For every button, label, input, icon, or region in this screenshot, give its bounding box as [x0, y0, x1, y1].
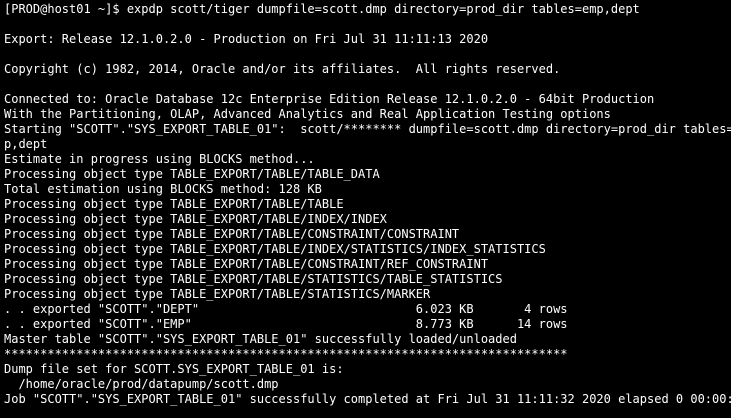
- terminal-line: Processing object type TABLE_EXPORT/TABL…: [4, 242, 546, 256]
- terminal-line: Starting "SCOTT"."SYS_EXPORT_TABLE_01": …: [4, 122, 731, 136]
- terminal-line: Processing object type TABLE_EXPORT/TABL…: [4, 197, 344, 211]
- terminal-window[interactable]: [PROD@host01 ~]$ expdp scott/tiger dumpf…: [0, 0, 731, 418]
- terminal-line: Dump file set for SCOTT.SYS_EXPORT_TABLE…: [4, 362, 344, 376]
- terminal-line: Master table "SCOTT"."SYS_EXPORT_TABLE_0…: [4, 332, 517, 346]
- terminal-line: p,dept: [4, 137, 48, 151]
- terminal-line: Processing object type TABLE_EXPORT/TABL…: [4, 272, 503, 286]
- terminal-line: Processing object type TABLE_EXPORT/TABL…: [4, 227, 460, 241]
- terminal-line: Job "SCOTT"."SYS_EXPORT_TABLE_01" succes…: [4, 392, 731, 406]
- command-prompt-line: [PROD@host01 ~]$ expdp scott/tiger dumpf…: [4, 2, 640, 16]
- terminal-line: Total estimation using BLOCKS method: 12…: [4, 182, 322, 196]
- terminal-line: With the Partitioning, OLAP, Advanced An…: [4, 107, 611, 121]
- terminal-line: . . exported "SCOTT"."EMP" 8.773 KB 14 r…: [4, 317, 568, 331]
- terminal-line: Copyright (c) 1982, 2014, Oracle and/or …: [4, 62, 561, 76]
- terminal-output: [PROD@host01 ~]$ expdp scott/tiger dumpf…: [4, 2, 731, 407]
- terminal-line: Processing object type TABLE_EXPORT/TABL…: [4, 287, 431, 301]
- terminal-line: /home/oracle/prod/datapump/scott.dmp: [4, 377, 279, 391]
- terminal-line: Export: Release 12.1.0.2.0 - Production …: [4, 32, 489, 46]
- terminal-line: Estimate in progress using BLOCKS method…: [4, 152, 315, 166]
- terminal-line: Connected to: Oracle Database 12c Enterp…: [4, 92, 655, 106]
- terminal-line: Processing object type TABLE_EXPORT/TABL…: [4, 257, 489, 271]
- terminal-line: ****************************************…: [4, 347, 568, 361]
- terminal-line: . . exported "SCOTT"."DEPT" 6.023 KB 4 r…: [4, 302, 568, 316]
- terminal-line: Processing object type TABLE_EXPORT/TABL…: [4, 212, 387, 226]
- terminal-line: Processing object type TABLE_EXPORT/TABL…: [4, 167, 380, 181]
